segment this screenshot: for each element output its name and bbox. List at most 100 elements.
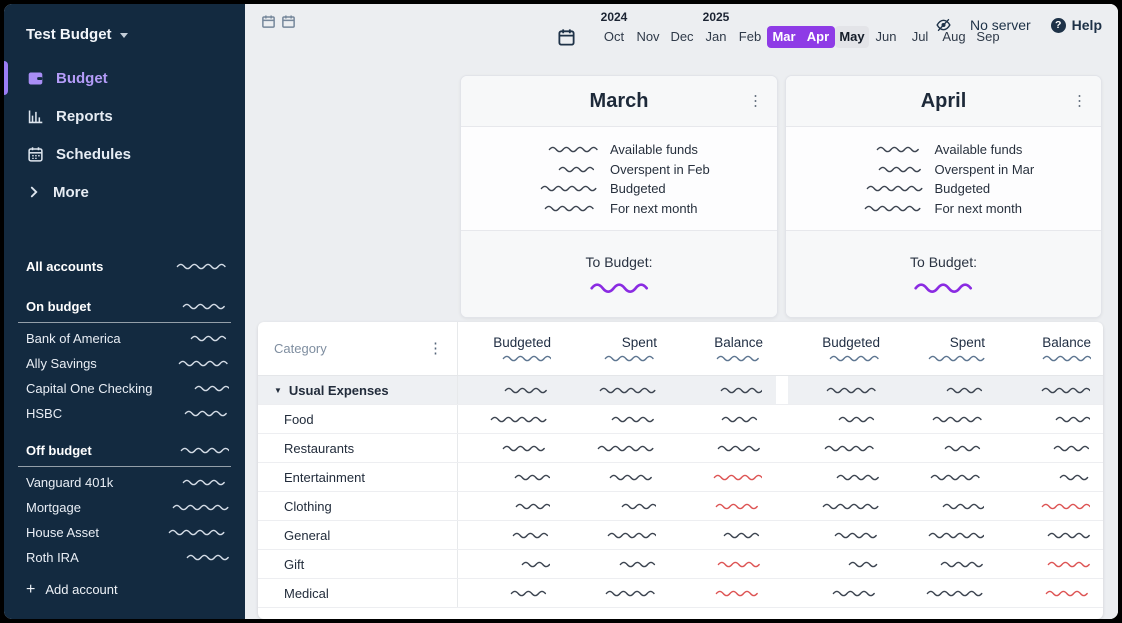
march-balance-cell[interactable] bbox=[670, 579, 776, 607]
month-menu-dots-icon[interactable]: ⋮ bbox=[748, 94, 763, 109]
month-cell-nov[interactable]: Nov bbox=[631, 26, 665, 48]
march-spent-cell[interactable] bbox=[564, 405, 670, 433]
category-name[interactable]: Clothing bbox=[258, 492, 458, 520]
march-budgeted-cell[interactable] bbox=[458, 579, 564, 607]
march-spent-cell[interactable] bbox=[564, 376, 670, 404]
april-spent-cell[interactable] bbox=[893, 579, 998, 607]
account-row-hsbc[interactable]: HSBC bbox=[4, 401, 245, 426]
two-month-view-calendar-icon[interactable] bbox=[280, 13, 297, 30]
category-name[interactable]: Medical bbox=[258, 579, 458, 607]
month-gap bbox=[776, 376, 788, 404]
off-budget-header[interactable]: Off budget bbox=[18, 440, 231, 467]
april-spent-cell[interactable] bbox=[893, 405, 998, 433]
category-name[interactable]: Food bbox=[258, 405, 458, 433]
april-balance-cell[interactable] bbox=[998, 492, 1103, 520]
month-cell-apr[interactable]: Apr bbox=[801, 26, 835, 48]
month-cell-mar[interactable]: Mar bbox=[767, 26, 801, 48]
sidebar-item-more[interactable]: More bbox=[4, 173, 245, 211]
account-row-ally-savings[interactable]: Ally Savings bbox=[4, 351, 245, 376]
category-name[interactable]: Restaurants bbox=[258, 434, 458, 462]
category-name[interactable]: General bbox=[258, 521, 458, 549]
march-spent-cell[interactable] bbox=[564, 434, 670, 462]
budget-file-switcher[interactable]: Test Budget bbox=[4, 18, 245, 49]
category-group-name[interactable]: ▼ Usual Expenses bbox=[258, 376, 458, 404]
sidebar-item-budget[interactable]: Budget bbox=[4, 59, 245, 97]
march-budgeted-cell[interactable] bbox=[458, 434, 564, 462]
account-row-capital-one-checking[interactable]: Capital One Checking bbox=[4, 376, 245, 401]
march-balance-cell[interactable] bbox=[670, 463, 776, 491]
april-balance-cell[interactable] bbox=[998, 376, 1103, 404]
april-budgeted-cell[interactable] bbox=[788, 434, 893, 462]
april-budgeted-cell[interactable] bbox=[788, 463, 893, 491]
month-cell-jan[interactable]: Jan bbox=[699, 26, 733, 48]
march-balance-cell[interactable] bbox=[670, 434, 776, 462]
month-cell-jun[interactable]: Jun bbox=[869, 26, 903, 48]
category-menu-dots-icon[interactable]: ⋮ bbox=[428, 341, 443, 356]
account-row-mortgage[interactable]: Mortgage bbox=[4, 495, 245, 520]
march-budgeted-cell[interactable] bbox=[458, 550, 564, 578]
march-budgeted-cell[interactable] bbox=[458, 405, 564, 433]
month-picker-calendar-icon[interactable] bbox=[557, 28, 581, 47]
march-spent-cell[interactable] bbox=[564, 463, 670, 491]
month-cell-may[interactable]: May bbox=[835, 26, 869, 48]
add-account-button[interactable]: + Add account bbox=[4, 572, 245, 607]
april-budgeted-cell[interactable] bbox=[788, 492, 893, 520]
april-budgeted-cell[interactable] bbox=[788, 405, 893, 433]
march-balance-cell[interactable] bbox=[670, 405, 776, 433]
help-button[interactable]: ? Help bbox=[1051, 17, 1102, 33]
account-row-bank-of-america[interactable]: Bank of America bbox=[4, 326, 245, 351]
april-spent-cell[interactable] bbox=[893, 521, 998, 549]
april-balance-cell[interactable] bbox=[998, 434, 1103, 462]
march-spent-cell[interactable] bbox=[564, 521, 670, 549]
hidden-balance-squiggle bbox=[180, 447, 229, 454]
all-accounts-row[interactable]: All accounts bbox=[4, 253, 245, 282]
hidden-amount-squiggle bbox=[1059, 474, 1090, 481]
april-budgeted-cell[interactable] bbox=[788, 376, 893, 404]
server-status-label[interactable]: No server bbox=[970, 17, 1031, 33]
to-budget-amount[interactable] bbox=[913, 282, 974, 294]
april-balance-cell[interactable] bbox=[998, 463, 1103, 491]
category-name[interactable]: Gift bbox=[258, 550, 458, 578]
april-spent-cell[interactable] bbox=[893, 492, 998, 520]
march-balance-cell[interactable] bbox=[670, 550, 776, 578]
month-menu-dots-icon[interactable]: ⋮ bbox=[1072, 94, 1087, 109]
april-spent-cell[interactable] bbox=[893, 550, 998, 578]
month-cell-dec[interactable]: Dec bbox=[665, 26, 699, 48]
month-cell-feb[interactable]: Feb bbox=[733, 26, 767, 48]
march-balance-cell[interactable] bbox=[670, 376, 776, 404]
april-budgeted-cell[interactable] bbox=[788, 550, 893, 578]
april-balance-cell[interactable] bbox=[998, 405, 1103, 433]
march-budgeted-cell[interactable] bbox=[458, 492, 564, 520]
march-spent-cell[interactable] bbox=[564, 550, 670, 578]
budget-file-name: Test Budget bbox=[26, 26, 112, 43]
april-balance-cell[interactable] bbox=[998, 550, 1103, 578]
april-balance-cell[interactable] bbox=[998, 579, 1103, 607]
march-budgeted-cell[interactable] bbox=[458, 463, 564, 491]
march-balance-cell[interactable] bbox=[670, 521, 776, 549]
april-spent-cell[interactable] bbox=[893, 376, 998, 404]
on-budget-header[interactable]: On budget bbox=[18, 296, 231, 323]
one-month-view-calendar-icon[interactable] bbox=[260, 13, 277, 30]
account-row-vanguard-401k[interactable]: Vanguard 401k bbox=[4, 470, 245, 495]
april-budgeted-cell[interactable] bbox=[788, 579, 893, 607]
march-balance-cell[interactable] bbox=[670, 492, 776, 520]
hidden-amount-squiggle bbox=[715, 503, 762, 510]
category-name[interactable]: Entertainment bbox=[258, 463, 458, 491]
march-spent-cell[interactable] bbox=[564, 492, 670, 520]
account-row-house-asset[interactable]: House Asset bbox=[4, 520, 245, 545]
april-spent-cell[interactable] bbox=[893, 434, 998, 462]
month-cell-oct[interactable]: Oct bbox=[597, 26, 631, 48]
april-balance-cell[interactable] bbox=[998, 521, 1103, 549]
april-budgeted-cell[interactable] bbox=[788, 521, 893, 549]
march-budgeted-cell[interactable] bbox=[458, 521, 564, 549]
collapse-triangle-icon[interactable]: ▼ bbox=[274, 386, 282, 395]
april-spent-cell[interactable] bbox=[893, 463, 998, 491]
account-row-roth-ira[interactable]: Roth IRA bbox=[4, 545, 245, 570]
sidebar-item-schedules[interactable]: Schedules bbox=[4, 135, 245, 173]
march-spent-cell[interactable] bbox=[564, 579, 670, 607]
month-cell-jul[interactable]: Jul bbox=[903, 26, 937, 48]
eye-slash-icon[interactable] bbox=[933, 16, 954, 34]
sidebar-item-reports[interactable]: Reports bbox=[4, 97, 245, 135]
to-budget-amount[interactable] bbox=[589, 282, 650, 294]
march-budgeted-cell[interactable] bbox=[458, 376, 564, 404]
